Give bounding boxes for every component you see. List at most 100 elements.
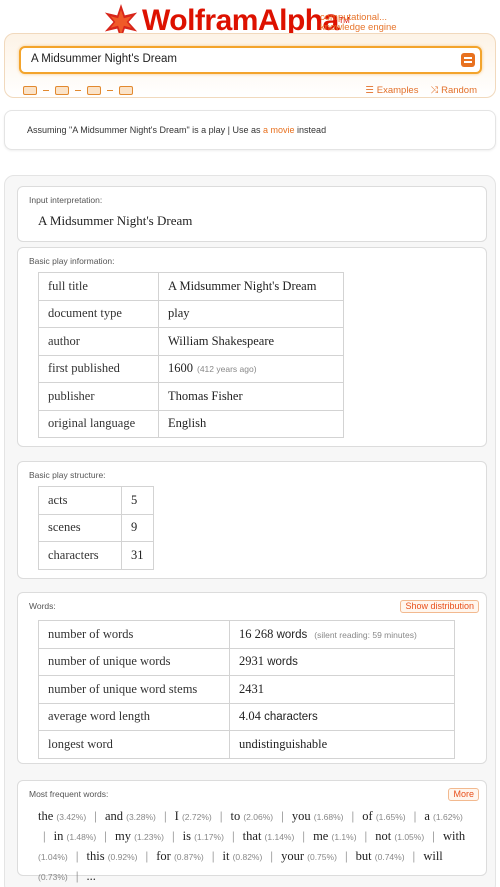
random-link[interactable]: ⤨ Random — [430, 85, 477, 96]
frequent-word: a — [424, 809, 430, 823]
frequent-word-percent: (1.1%) — [331, 832, 357, 842]
more-button[interactable]: More — [448, 788, 479, 801]
pod-title: Most frequent words: — [29, 789, 109, 799]
row-value: play — [158, 299, 344, 328]
row-label: first published — [38, 354, 159, 383]
examples-link[interactable]: ☰ Examples — [365, 85, 418, 96]
frequent-word-percent: (1.68%) — [313, 812, 344, 822]
frequent-word-item: the (3.42%) — [38, 809, 86, 823]
frequent-word-percent: (0.74%) — [374, 852, 405, 862]
frequent-word: I — [174, 809, 179, 823]
separator: | — [219, 809, 223, 823]
frequent-word: for — [156, 849, 171, 863]
row-value: William Shakespeare — [158, 327, 344, 356]
frequent-word: in — [53, 829, 64, 843]
frequent-words-list: the (3.42%) | and (3.28%) | I (2.72%) | … — [38, 807, 468, 887]
frequent-word-item: me (1.1%) — [313, 829, 356, 843]
frequent-word-percent: (2.72%) — [181, 812, 212, 822]
row-label: average word length — [38, 702, 230, 731]
row-value: 2431 — [229, 675, 455, 704]
frequent-word-percent: (1.05%) — [394, 832, 425, 842]
frequent-word-item: I (2.72%) — [175, 809, 212, 823]
frequent-word-item: a (1.62%) — [424, 809, 462, 823]
frequent-word-percent: (0.82%) — [232, 852, 263, 862]
table-row: longest word undistinguishable — [38, 730, 455, 759]
row-value: Thomas Fisher — [158, 382, 344, 411]
separator: | — [302, 829, 305, 843]
upload-icon[interactable] — [119, 86, 133, 95]
keyboard-icon[interactable] — [23, 86, 37, 95]
search-submit-button[interactable] — [461, 53, 475, 67]
frequent-word-percent: (0.75%) — [307, 852, 337, 862]
frequent-word-percent: (1.48%) — [66, 832, 97, 842]
frequent-word-item: is (1.17%) — [183, 829, 224, 843]
frequent-word: it — [222, 849, 230, 863]
use-as-movie-link[interactable]: a movie — [263, 125, 295, 135]
words-table: number of words 16 268 words (silent read… — [38, 620, 455, 759]
frequent-word: you — [291, 809, 311, 823]
separator: | — [43, 829, 46, 843]
frequent-word-item: in (1.48%) — [54, 829, 97, 843]
row-label: full title — [38, 272, 159, 301]
frequent-word: your — [281, 849, 305, 863]
separator: | — [413, 809, 417, 823]
frequent-word: my — [115, 829, 132, 843]
table-row: document type play — [38, 299, 344, 328]
search-panel: A Midsummer Night's Dream ☰ Examples ⤨ Ran… — [4, 33, 496, 98]
frequent-word-percent: (1.14%) — [264, 832, 295, 842]
frequent-word-item: this (0.92%) — [87, 849, 138, 863]
list-icon: ☰ — [365, 85, 374, 96]
show-distribution-button[interactable]: Show distribution — [400, 600, 479, 613]
silent-reading-note: (silent reading: 59 minutes) — [314, 629, 417, 640]
tagline: computational... knowledge engine — [320, 12, 397, 33]
pod-title: Basic play information: — [29, 256, 115, 266]
separator: | — [172, 829, 175, 843]
frequent-word-percent: (0.92%) — [107, 852, 138, 862]
separator: | — [281, 809, 284, 823]
table-row: average word length 4.04 characters — [38, 702, 455, 731]
table-row: number of words 16 268 words (silent read… — [38, 620, 455, 649]
separator: | — [351, 809, 355, 823]
row-value: 5 — [121, 486, 154, 515]
table-row: full title A Midsummer Night's Dream — [38, 272, 344, 301]
row-label: acts — [38, 486, 122, 515]
table-row: scenes 9 — [38, 513, 154, 542]
pod-basic-play-structure: Basic play structure: acts 5 scenes 9 ch… — [17, 461, 487, 579]
pod-title: Input interpretation: — [29, 195, 103, 205]
table-icon[interactable] — [87, 86, 101, 95]
row-label: number of words — [38, 620, 230, 649]
frequent-word-percent: (3.28%) — [126, 812, 156, 822]
header-links: ☰ Examples ⤨ Random — [365, 85, 477, 96]
row-value: undistinguishable — [229, 730, 455, 759]
table-row: acts 5 — [38, 486, 154, 515]
pod-input-interpretation: Input interpretation: A Midsummer Night'… — [17, 186, 487, 242]
search-input[interactable]: A Midsummer Night's Dream — [19, 46, 482, 74]
frequent-word-item: to (2.06%) — [230, 809, 273, 823]
row-label: scenes — [38, 513, 122, 542]
frequent-word: to — [230, 809, 241, 823]
separator: | — [75, 869, 79, 883]
search-input-value[interactable]: A Midsummer Night's Dream — [31, 53, 177, 65]
separator: | — [75, 849, 79, 863]
table-row: number of unique words 2931 words — [38, 647, 455, 676]
separator: | — [94, 809, 97, 823]
pod-title: Basic play structure: — [29, 470, 106, 480]
pod-basic-play-information: Basic play information: full title A Mid… — [17, 247, 487, 447]
table-row: author William Shakespeare — [38, 327, 344, 356]
frequent-word-item: it (0.82%) — [222, 849, 262, 863]
separator: | — [412, 849, 416, 863]
frequent-word: with — [442, 829, 466, 843]
camera-icon[interactable] — [55, 86, 69, 95]
separator: | — [145, 849, 149, 863]
frequent-word-percent: (1.04%) — [38, 852, 68, 862]
results-area: Input interpretation: A Midsummer Night'… — [4, 175, 496, 887]
frequent-word-percent: (1.23%) — [134, 832, 164, 842]
pod-title: Words: — [29, 601, 56, 611]
basic-info-table: full title A Midsummer Night's Dream doc… — [38, 272, 344, 438]
frequent-word: this — [86, 849, 105, 863]
frequent-word: not — [375, 829, 392, 843]
frequent-word-percent: (2.06%) — [243, 812, 274, 822]
frequent-word-item: my (1.23%) — [115, 829, 164, 843]
row-value: 9 — [121, 513, 154, 542]
frequent-word-percent: (1.62%) — [433, 812, 463, 822]
